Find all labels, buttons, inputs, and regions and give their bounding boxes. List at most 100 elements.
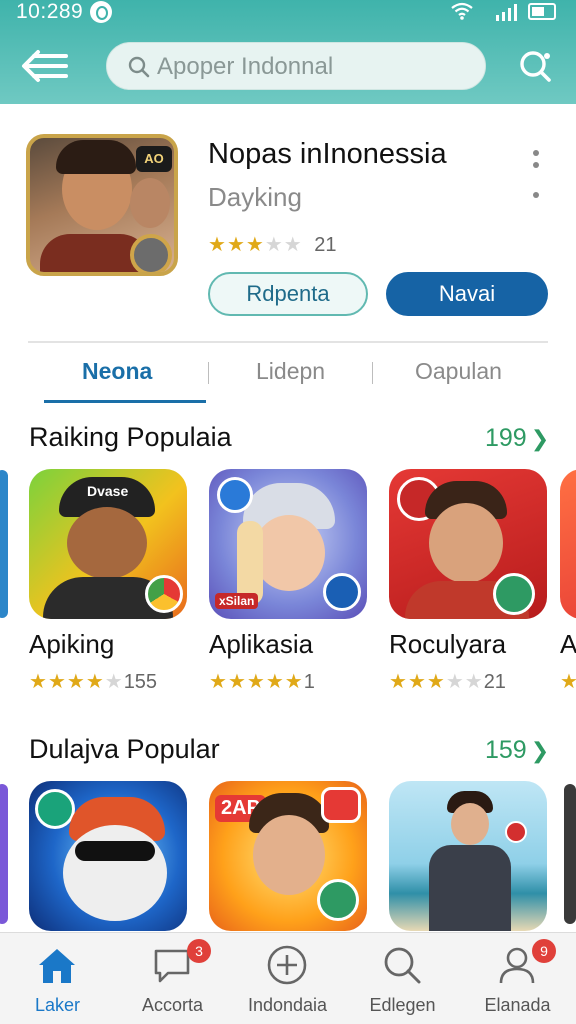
- search-icon: [384, 947, 421, 984]
- primary-action-button[interactable]: Navai: [386, 272, 548, 316]
- app-card-name: Roculyara: [389, 629, 507, 659]
- app-card-rating: ★★★★★1: [209, 669, 315, 694]
- section-see-all-popular[interactable]: 159 ❯: [485, 736, 549, 765]
- app-card-icon: 2AP: [209, 781, 367, 931]
- star-filled-icon: ★: [245, 234, 265, 256]
- brand-logo-icon: [90, 1, 112, 23]
- app-icon-side-person: [130, 178, 170, 228]
- star-filled-icon: ★: [389, 671, 408, 693]
- secondary-action-button[interactable]: Rdpenta: [208, 272, 368, 316]
- character-face: [253, 515, 325, 591]
- battery-icon: [528, 3, 556, 20]
- app-card-rating: ★★★★★21: [389, 669, 506, 694]
- section-see-all-ranking[interactable]: 199 ❯: [485, 424, 549, 453]
- star-filled-icon: ★: [209, 671, 228, 693]
- home-icon: [39, 949, 75, 983]
- app-card-icon: [389, 781, 547, 931]
- signal-icon: [496, 4, 517, 21]
- app-card-rating: ★★★★★: [560, 669, 576, 694]
- star-empty-icon: ★: [445, 671, 465, 693]
- app-card-name: Aplikasia: [209, 629, 314, 659]
- card-stars: ★★★★★: [209, 671, 304, 693]
- app-store-badge-icon: [323, 573, 361, 611]
- app-card-icon: [560, 469, 576, 619]
- star-filled-icon: ★: [227, 671, 247, 693]
- add-circle-icon: [267, 945, 307, 985]
- tab-lidepn[interactable]: Lidepn: [256, 358, 325, 385]
- search-bar[interactable]: [106, 42, 486, 90]
- edit-badge-icon: [217, 477, 253, 513]
- tab-separator: [372, 362, 373, 384]
- nav-label: Elanada: [484, 995, 551, 1015]
- character-face: [429, 503, 503, 583]
- app-card-name: A: [560, 629, 576, 659]
- card-rating-count: 1: [303, 671, 315, 693]
- more-options-button[interactable]: [524, 146, 548, 210]
- character-face: [63, 825, 167, 921]
- search-button[interactable]: [516, 46, 556, 86]
- star-filled-icon: ★: [265, 671, 285, 693]
- bottom-navigation: Laker 3 Accorta Indondaia Edlegen 9 Elan…: [0, 932, 576, 1024]
- check-badge-icon: [317, 879, 359, 921]
- chevron-right-icon: ❯: [530, 426, 550, 451]
- star-filled-icon: ★: [560, 671, 576, 693]
- check-badge-icon: [493, 573, 535, 615]
- star-filled-icon: ★: [246, 671, 266, 693]
- app-card-icon: [29, 781, 187, 931]
- star-filled-icon: ★: [208, 234, 227, 256]
- active-tab-indicator: [44, 400, 206, 403]
- scroll-peek-left: [0, 784, 8, 924]
- app-card-icon: Dvase: [29, 469, 187, 619]
- nav-item-messages[interactable]: 3 Accorta: [115, 933, 230, 1024]
- card-stars: ★★★★★: [560, 671, 576, 693]
- search-icon: [128, 56, 150, 78]
- tab-separator: [208, 362, 209, 384]
- wifi-icon: [451, 2, 473, 20]
- nav-label: Accorta: [141, 995, 204, 1015]
- nav-item-add[interactable]: Indondaia: [230, 933, 345, 1024]
- card-rating-count: 155: [123, 671, 158, 693]
- scroll-peek-right: [564, 784, 576, 924]
- app-card-icon: xSilan: [209, 469, 367, 619]
- notification-badge: 3: [187, 939, 211, 963]
- chevron-right-icon: ❯: [530, 738, 550, 763]
- app-rating: ★★★★★ 21: [208, 232, 337, 257]
- app-icon-hair: [56, 140, 136, 174]
- rating-count: 21: [314, 234, 337, 256]
- star-filled-icon: ★: [284, 671, 304, 693]
- top-app-bar: 10:289: [0, 0, 576, 104]
- nav-item-home[interactable]: Laker: [0, 933, 115, 1024]
- app-icon-emblem-icon: [130, 234, 172, 272]
- star-empty-icon: ★: [464, 671, 484, 693]
- character-body: [429, 845, 511, 931]
- star-filled-icon: ★: [407, 671, 427, 693]
- search-input[interactable]: [157, 49, 467, 85]
- character-face: [253, 815, 325, 895]
- browser-badge-icon: [145, 575, 183, 613]
- app-title: Nopas inInonessia: [208, 138, 447, 170]
- app-card-name: Apiking: [29, 629, 115, 659]
- back-menu-button[interactable]: [20, 48, 70, 84]
- star-empty-icon: ★: [264, 234, 284, 256]
- star-empty-icon: ★: [283, 234, 303, 256]
- star-empty-icon: ★: [104, 671, 124, 693]
- card-stars: ★★★★★: [389, 671, 484, 693]
- lollipop-icon: [505, 821, 527, 843]
- speech-badge-icon: [321, 787, 361, 823]
- tab-oapulan[interactable]: Oapulan: [415, 358, 502, 385]
- notification-badge: 9: [532, 939, 556, 963]
- app-card-partial[interactable]: A ★★★★★: [560, 469, 576, 699]
- app-icon-badge: AO: [136, 146, 172, 172]
- app-card-icon: [389, 469, 547, 619]
- app-icon[interactable]: AO: [26, 134, 178, 276]
- nav-label: Indondaia: [247, 995, 328, 1015]
- star-filled-icon: ★: [426, 671, 446, 693]
- app-card-rating: ★★★★★155: [29, 669, 157, 694]
- app-developer[interactable]: Dayking: [208, 182, 302, 213]
- tab-neona[interactable]: Neona: [82, 358, 152, 385]
- star-filled-icon: ★: [47, 671, 67, 693]
- section-count: 159: [485, 736, 527, 764]
- nav-item-search[interactable]: Edlegen: [345, 933, 460, 1024]
- nav-item-profile[interactable]: 9 Elanada: [460, 933, 575, 1024]
- star-filled-icon: ★: [226, 234, 246, 256]
